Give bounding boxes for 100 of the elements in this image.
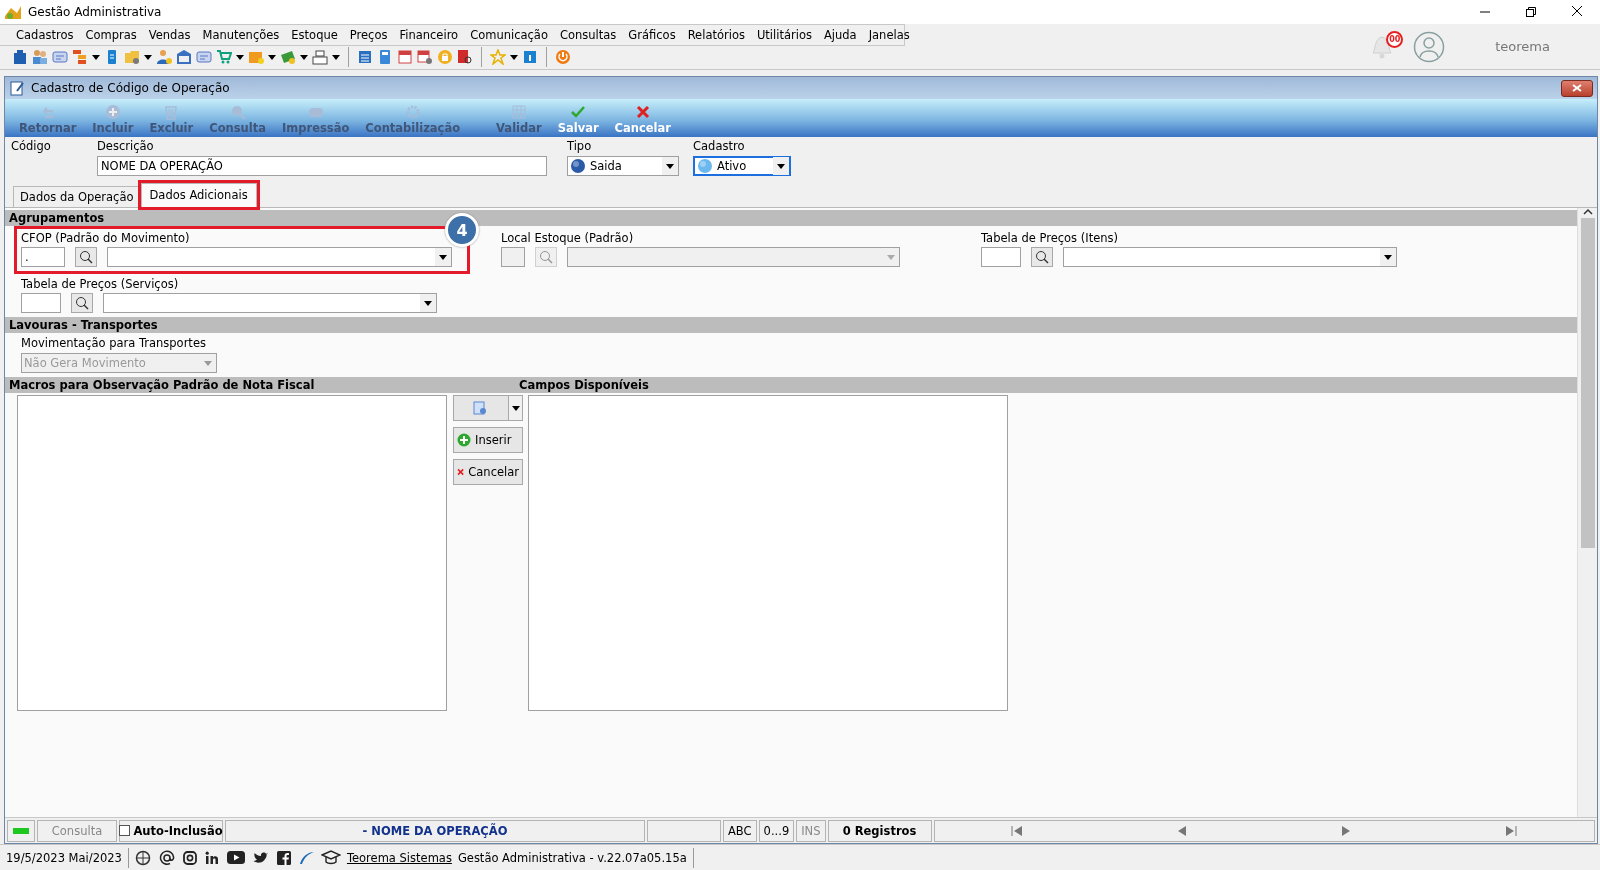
- menu-item[interactable]: Compras: [79, 27, 143, 42]
- square-icon[interactable]: [276, 850, 291, 865]
- scrollbar[interactable]: [1577, 208, 1597, 817]
- menu-item[interactable]: Estoque: [285, 27, 344, 42]
- report-icon[interactable]: [457, 49, 473, 66]
- section-header: Lavouras - Transportes: [5, 317, 1577, 333]
- menu-item[interactable]: Comunicação: [464, 27, 554, 42]
- dropdown[interactable]: [1063, 247, 1397, 267]
- document-icon: [472, 400, 488, 416]
- first-icon[interactable]: [1011, 825, 1024, 836]
- search-icon: [229, 104, 246, 120]
- calendar-icon[interactable]: [397, 49, 413, 66]
- box-icon[interactable]: [248, 49, 264, 66]
- menu-item[interactable]: Ajuda: [817, 27, 863, 42]
- cross-icon: [634, 104, 651, 120]
- camera-icon[interactable]: [182, 850, 197, 865]
- person-icon[interactable]: [156, 49, 172, 66]
- type-dropdown[interactable]: Saida: [567, 156, 679, 176]
- avatar-icon[interactable]: [1413, 30, 1446, 63]
- caret-icon: [510, 54, 518, 60]
- menu-item[interactable]: Gráficos: [622, 27, 682, 42]
- network-icon[interactable]: [204, 850, 219, 865]
- building-icon[interactable]: [12, 49, 28, 66]
- grid-icon: [510, 104, 527, 120]
- info-icon[interactable]: [522, 49, 538, 66]
- date-text: 19/5/2023 Mai/2023: [6, 850, 122, 865]
- folder-icon[interactable]: [124, 49, 140, 66]
- caret-icon: [439, 254, 447, 260]
- notification-badge: 00: [1386, 30, 1404, 48]
- at-sign-icon[interactable]: [158, 849, 175, 866]
- status-dropdown[interactable]: Ativo: [693, 156, 791, 176]
- code-field[interactable]: .: [21, 247, 65, 267]
- button[interactable]: Cancelar: [453, 459, 523, 485]
- search-button[interactable]: [75, 247, 97, 267]
- star-icon[interactable]: [490, 49, 506, 66]
- last-icon[interactable]: [1505, 825, 1518, 836]
- play-icon[interactable]: [226, 851, 245, 864]
- search-button[interactable]: [71, 293, 93, 313]
- card-icon[interactable]: [196, 49, 212, 66]
- caret-icon: [144, 54, 152, 60]
- money-icon[interactable]: [280, 49, 296, 66]
- tab[interactable]: Dados Adicionais: [140, 183, 257, 207]
- plus-icon: [457, 433, 471, 447]
- calendar-icon[interactable]: [357, 49, 373, 66]
- status-text: 0...9: [758, 819, 795, 842]
- field-label: Local Estoque (Padrão): [501, 231, 635, 245]
- status-text: INS: [796, 819, 826, 842]
- dropdown[interactable]: [103, 293, 437, 313]
- power-icon[interactable]: [555, 49, 571, 66]
- tab[interactable]: Dados da Operação: [13, 186, 141, 207]
- swoosh-icon[interactable]: [298, 850, 315, 865]
- field-label: Tabela de Preços (Itens): [981, 231, 1119, 245]
- description-field[interactable]: NOME DA OPERAÇÃO: [97, 156, 547, 176]
- previous-icon[interactable]: [1177, 825, 1188, 836]
- section-header: Macros para Observação Padrão de Nota Fiscal: [5, 377, 515, 393]
- menu-item[interactable]: Utilitários: [750, 27, 818, 42]
- globe-icon[interactable]: [134, 849, 151, 866]
- next-icon[interactable]: [1341, 825, 1352, 836]
- caret-icon: [887, 254, 895, 260]
- calculator-icon[interactable]: [377, 49, 393, 66]
- search-button[interactable]: [1031, 247, 1053, 267]
- bank-icon[interactable]: [176, 49, 192, 66]
- caret-icon: [777, 163, 785, 169]
- caret-icon: [268, 54, 276, 60]
- menu-item[interactable]: Relatórios: [681, 27, 751, 42]
- register-icon[interactable]: [312, 49, 328, 66]
- code-field[interactable]: [21, 293, 61, 313]
- menu-item[interactable]: Consultas: [553, 27, 623, 42]
- gear-icon: [404, 104, 421, 120]
- user-name: teorema: [1495, 39, 1550, 54]
- caret-icon: [236, 54, 244, 60]
- caret-icon: [92, 54, 100, 60]
- menu-item[interactable]: Janelas: [862, 27, 916, 42]
- button[interactable]: Inserir: [453, 427, 523, 453]
- close-button[interactable]: [1561, 79, 1593, 97]
- menu-item[interactable]: Manutenções: [196, 27, 286, 42]
- search-icon: [79, 250, 93, 264]
- hierarchy-icon[interactable]: [72, 49, 88, 66]
- split-button[interactable]: [453, 395, 523, 421]
- code-field[interactable]: [981, 247, 1021, 267]
- menu-item[interactable]: Preços: [343, 27, 394, 42]
- website-link[interactable]: Teorema Sistemas: [346, 850, 452, 865]
- card-icon[interactable]: [52, 49, 68, 66]
- dropdown[interactable]: [567, 247, 900, 267]
- dropdown[interactable]: [107, 247, 452, 267]
- caret-icon: [300, 54, 308, 60]
- menu-item[interactable]: Cadastros: [10, 27, 80, 42]
- search-icon: [1035, 250, 1049, 264]
- checkbox[interactable]: [119, 825, 131, 836]
- globe-icon: [697, 158, 713, 174]
- caret-icon: [204, 360, 212, 366]
- close-icon: [1572, 84, 1582, 92]
- bird-icon[interactable]: [252, 851, 269, 864]
- globe-icon: [570, 158, 586, 174]
- menu-item[interactable]: Financeiro: [393, 27, 465, 42]
- cart-icon[interactable]: [216, 49, 232, 66]
- calendar-icon[interactable]: [417, 49, 433, 66]
- people-icon[interactable]: [32, 49, 48, 66]
- menu-item[interactable]: Vendas: [142, 27, 197, 42]
- field-label: Descrição: [97, 139, 155, 153]
